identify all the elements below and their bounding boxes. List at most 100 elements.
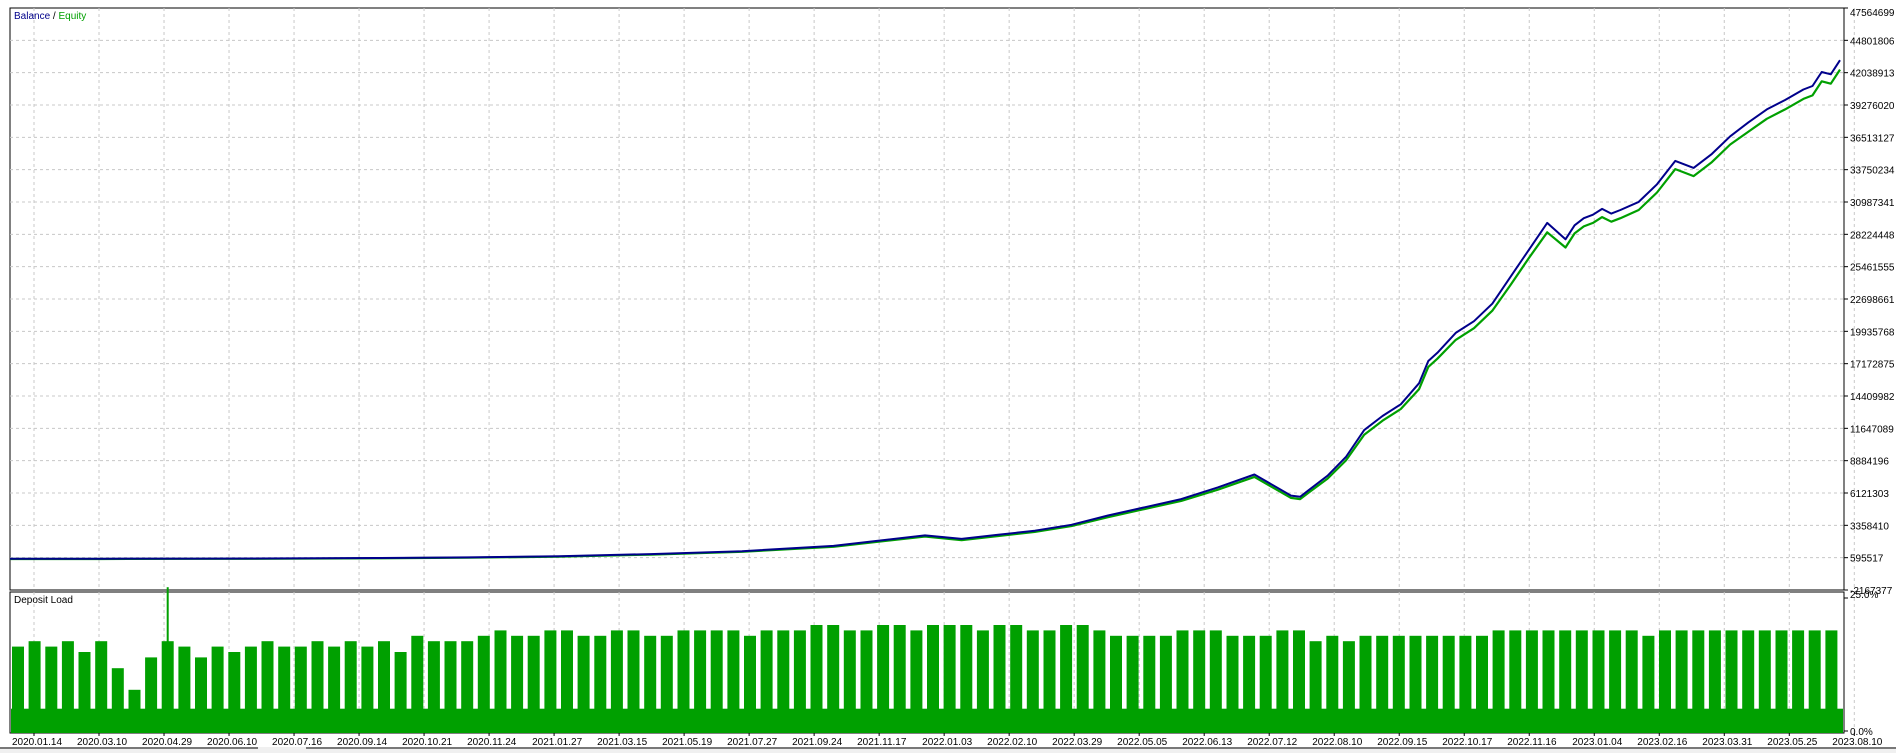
deposit-bar [361,646,374,733]
xtick-label: 2023.03.31 [1702,737,1752,748]
deposit-bar [511,635,524,733]
deposit-bar [910,630,923,733]
deposit-bar [710,630,723,733]
deposit-bar [561,630,573,733]
deposit-bar [943,625,956,733]
deposit-bar [378,641,390,733]
deposit-bar [128,689,141,733]
deposit-bar [1675,630,1688,733]
deposit-bar [61,641,74,733]
deposit-bar [1143,635,1156,733]
deposit-bar [594,635,607,733]
balance-ytick-label: 17172875 [1850,360,1895,371]
xtick-label: 2020.06.10 [207,737,257,748]
xtick-label: 2022.11.16 [1507,737,1557,748]
deposit-bar [1708,630,1721,733]
deposit-bar [178,646,191,733]
deposit-bar [1026,630,1039,733]
deposit-bar [1426,635,1439,733]
deposit-bar [1825,630,1838,733]
deposit-bar [960,625,973,733]
deposit-bar [644,635,657,733]
deposit-bar [1359,635,1372,733]
xtick-label: 2021.09.24 [792,737,842,748]
deposit-bar [261,641,274,733]
xtick-label: 2023.01.04 [1572,737,1622,748]
deposit-bar [860,630,873,733]
xtick-label: 2022.02.10 [987,737,1037,748]
deposit-bar [1193,630,1206,733]
balance-ytick-label: 33750234 [1850,166,1895,177]
deposit-bar [1542,630,1555,733]
deposit-bar [328,646,341,733]
legend-balance: Balance [14,11,51,22]
deposit-bar [843,630,856,733]
xtick-label: 2022.08.10 [1312,737,1362,748]
deposit-bar [1625,630,1638,733]
balance-ytick-label: 44801806 [1850,36,1895,47]
deposit-bar [1293,630,1305,733]
xtick-label: 2020.11.24 [467,737,517,748]
deposit-bar [461,641,474,733]
deposit-bar [1592,630,1605,733]
deposit-bar [1742,630,1755,733]
x-axis: 2020.01.14 2020.03.10 2020.04.29 2020.06.10… [12,733,1883,748]
deposit-bar [744,635,756,733]
balance-ytick-label: 6121303 [1850,489,1889,500]
deposit-bar [1409,635,1422,733]
deposit-bar [1659,630,1671,733]
deposit-bar [610,630,623,733]
xtick-label: 2020.10.21 [402,737,452,748]
balance-ytick-label: 47564699 [1850,8,1895,19]
deposit-ytick-label: 25.0% [1850,590,1878,601]
deposit-bar [145,657,158,733]
deposit-bar [993,625,1006,733]
balance-ytick-label: 8884196 [1850,457,1889,468]
deposit-bar [1775,630,1788,733]
balance-ytick-label: 36513127 [1850,133,1895,144]
xtick-label: 2022.06.13 [1182,737,1232,748]
deposit-bar [211,646,224,733]
deposit-bar [694,630,707,733]
deposit-bar [1392,635,1405,733]
deposit-bar [1159,635,1172,733]
deposit-bar [228,652,241,733]
xtick-label: 2021.05.19 [662,737,712,748]
xtick-label: 2020.03.10 [77,737,127,748]
deposit-bar [394,652,407,733]
legend-equity: Equity [58,11,86,22]
deposit-bar [12,646,24,733]
deposit-bar [1492,630,1505,733]
deposit-bar [927,625,939,733]
tester-graph: 47564699 44801806 42038913 39276020 36513127… [0,7,1896,753]
xtick-label: 2023.05.25 [1767,737,1817,748]
bottom-scrollbar[interactable] [0,747,1896,753]
balance-ytick-label: 11647089 [1850,424,1894,435]
deposit-title: Deposit Load [14,595,73,606]
balance-ytick-label: 25461555 [1850,263,1895,274]
xtick-label: 2023.02.16 [1637,737,1687,748]
balance-ytick-label: 30987341 [1850,198,1895,209]
deposit-load-panel: 25.0%0.0% Deposit Load [9,587,1878,738]
deposit-bar [760,630,773,733]
deposit-bar [660,635,673,733]
deposit-bar [1459,635,1472,733]
xtick-label: 2022.05.05 [1117,737,1167,748]
balance-equity-panel: 47564699 44801806 42038913 39276020 36513127… [9,7,1895,597]
balance-y-axis: 47564699 44801806 42038913 39276020 36513127… [1844,7,1895,597]
deposit-bar [1725,630,1738,733]
deposit-bar [427,641,440,733]
deposit-bar [111,668,124,733]
legend-label: Balance / Equity [14,11,86,22]
deposit-bar [1792,630,1805,733]
deposit-bar [1309,641,1322,733]
deposit-bar [677,630,690,733]
deposit-bar [244,646,257,733]
deposit-bar [1176,630,1189,733]
deposit-bar [976,630,989,733]
xtick-label: 2022.09.15 [1377,737,1427,748]
deposit-bar [777,630,790,733]
deposit-bar [1110,635,1122,733]
deposit-bar [311,641,324,733]
deposit-bar [1126,635,1139,733]
